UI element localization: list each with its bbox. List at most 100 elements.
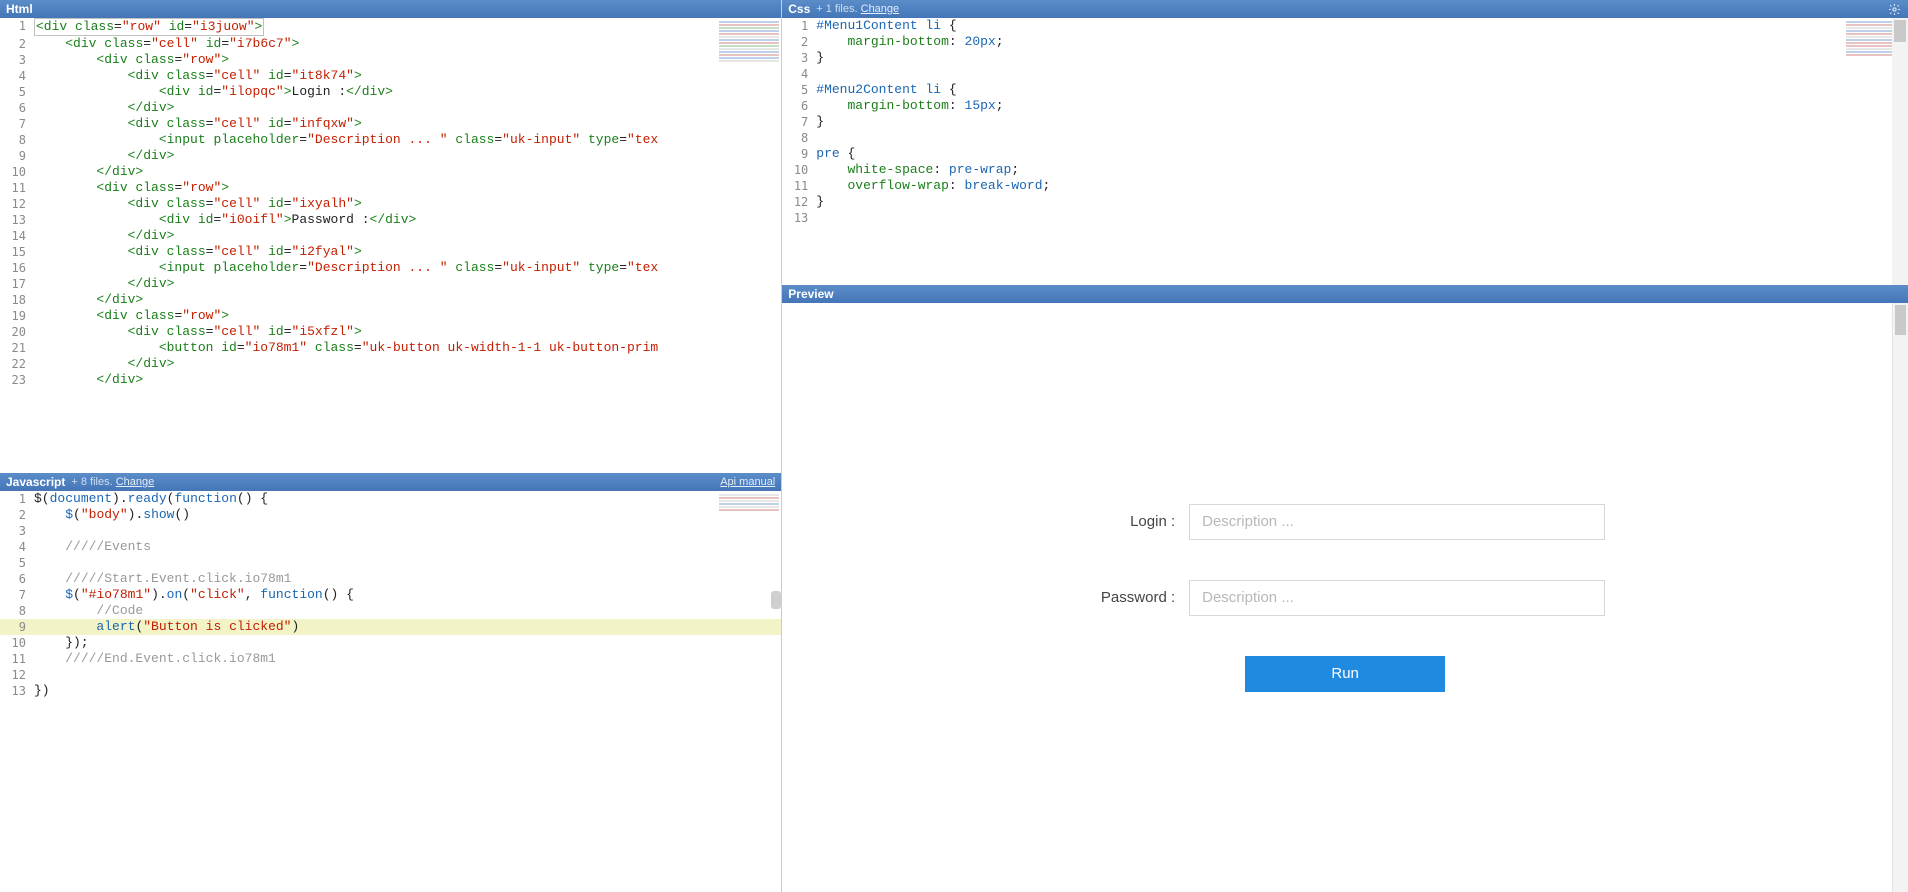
code-line[interactable]: 2 $("body").show() (0, 507, 781, 523)
line-number: 6 (0, 100, 34, 116)
code-line[interactable]: 17 </div> (0, 276, 781, 292)
preview-panel-header: Preview (782, 285, 1908, 303)
code-line[interactable]: 21 <button id="io78m1" class="uk-button … (0, 340, 781, 356)
code-line[interactable]: 9 alert("Button is clicked") (0, 619, 781, 635)
line-number: 7 (0, 116, 34, 132)
code-line[interactable]: 9pre { (782, 146, 1908, 162)
code-line[interactable]: 4 /////Events (0, 539, 781, 555)
code-line[interactable]: 1<div class="row" id="i3juow"> (0, 18, 781, 36)
code-line[interactable]: 8 (782, 130, 1908, 146)
line-number: 12 (0, 667, 34, 683)
line-number: 16 (0, 260, 34, 276)
api-manual-link[interactable]: Api manual (720, 476, 775, 488)
code-line[interactable]: 20 <div class="cell" id="i5xfzl"> (0, 324, 781, 340)
line-number: 17 (0, 276, 34, 292)
password-label: Password : (1085, 589, 1175, 606)
preview-area: Login : Password : Run (782, 303, 1908, 892)
css-panel-title: Css (788, 2, 810, 16)
code-line[interactable]: 6 margin-bottom: 15px; (782, 98, 1908, 114)
js-panel-header: Javascript + 8 files. Change Api manual (0, 473, 781, 491)
code-line[interactable]: 7} (782, 114, 1908, 130)
settings-gear-icon[interactable] (1888, 2, 1902, 16)
code-line[interactable]: 14 </div> (0, 228, 781, 244)
code-line[interactable]: 15 <div class="cell" id="i2fyal"> (0, 244, 781, 260)
code-line[interactable]: 23 </div> (0, 372, 781, 388)
js-panel-title: Javascript (6, 475, 65, 489)
line-number: 13 (0, 212, 34, 228)
line-number: 3 (0, 52, 34, 68)
line-number: 3 (782, 50, 816, 66)
line-number: 3 (0, 523, 34, 539)
code-line[interactable]: 1$(document).ready(function() { (0, 491, 781, 507)
code-line[interactable]: 13 (782, 210, 1908, 226)
line-number: 5 (782, 82, 816, 98)
css-files-note: + 1 files. (816, 3, 857, 15)
code-line[interactable]: 7 <div class="cell" id="infqxw"> (0, 116, 781, 132)
line-number: 12 (782, 194, 816, 210)
code-line[interactable]: 11 overflow-wrap: break-word; (782, 178, 1908, 194)
code-line[interactable]: 2 <div class="cell" id="i7b6c7"> (0, 36, 781, 52)
js-scroll-thumb[interactable] (771, 591, 781, 609)
code-line[interactable]: 7 $("#io78m1").on("click", function() { (0, 587, 781, 603)
js-editor[interactable]: 1$(document).ready(function() {2 $("body… (0, 491, 781, 892)
line-number: 5 (0, 555, 34, 571)
code-line[interactable]: 12 <div class="cell" id="ixyalh"> (0, 196, 781, 212)
code-line[interactable]: 13}) (0, 683, 781, 699)
code-line[interactable]: 5#Menu2Content li { (782, 82, 1908, 98)
code-line[interactable]: 12} (782, 194, 1908, 210)
code-line[interactable]: 10 </div> (0, 164, 781, 180)
code-line[interactable]: 16 <input placeholder="Description ... "… (0, 260, 781, 276)
line-number: 19 (0, 308, 34, 324)
css-panel-header: Css + 1 files. Change (782, 0, 1908, 18)
code-line[interactable]: 22 </div> (0, 356, 781, 372)
line-number: 11 (0, 180, 34, 196)
code-line[interactable]: 3} (782, 50, 1908, 66)
code-line[interactable]: 5 <div id="ilopqc">Login :</div> (0, 84, 781, 100)
line-number: 4 (0, 539, 34, 555)
js-files-note: + 8 files. (71, 476, 112, 488)
js-change-link[interactable]: Change (116, 476, 155, 488)
code-line[interactable]: 5 (0, 555, 781, 571)
css-editor[interactable]: 1#Menu1Content li {2 margin-bottom: 20px… (782, 18, 1908, 285)
code-line[interactable]: 3 (0, 523, 781, 539)
code-line[interactable]: 6 </div> (0, 100, 781, 116)
html-editor[interactable]: 1<div class="row" id="i3juow">2 <div cla… (0, 18, 781, 473)
line-number: 13 (0, 683, 34, 699)
line-number: 14 (0, 228, 34, 244)
line-number: 9 (782, 146, 816, 162)
code-line[interactable]: 8 <input placeholder="Description ... " … (0, 132, 781, 148)
code-line[interactable]: 2 margin-bottom: 20px; (782, 34, 1908, 50)
code-line[interactable]: 9 </div> (0, 148, 781, 164)
line-number: 12 (0, 196, 34, 212)
line-number: 2 (0, 507, 34, 523)
code-line[interactable]: 4 <div class="cell" id="it8k74"> (0, 68, 781, 84)
line-number: 23 (0, 372, 34, 388)
login-input[interactable] (1189, 504, 1605, 540)
code-line[interactable]: 19 <div class="row"> (0, 308, 781, 324)
login-label: Login : (1085, 513, 1175, 530)
css-scrollbar[interactable] (1892, 18, 1908, 285)
run-button[interactable]: Run (1245, 656, 1445, 692)
code-line[interactable]: 11 <div class="row"> (0, 180, 781, 196)
line-number: 1 (0, 18, 34, 34)
code-line[interactable]: 3 <div class="row"> (0, 52, 781, 68)
password-input[interactable] (1189, 580, 1605, 616)
line-number: 11 (0, 651, 34, 667)
line-number: 13 (782, 210, 816, 226)
code-line[interactable]: 10 }); (0, 635, 781, 651)
code-line[interactable]: 10 white-space: pre-wrap; (782, 162, 1908, 178)
css-change-link[interactable]: Change (861, 3, 900, 15)
line-number: 1 (0, 491, 34, 507)
code-line[interactable]: 1#Menu1Content li { (782, 18, 1908, 34)
code-line[interactable]: 6 /////Start.Event.click.io78m1 (0, 571, 781, 587)
code-line[interactable]: 18 </div> (0, 292, 781, 308)
code-line[interactable]: 11 /////End.Event.click.io78m1 (0, 651, 781, 667)
code-line[interactable]: 13 <div id="i0oifl">Password :</div> (0, 212, 781, 228)
line-number: 22 (0, 356, 34, 372)
code-line[interactable]: 4 (782, 66, 1908, 82)
code-line[interactable]: 8 //Code (0, 603, 781, 619)
line-number: 2 (0, 36, 34, 52)
preview-scrollbar[interactable] (1892, 303, 1908, 892)
preview-panel-title: Preview (788, 287, 833, 301)
code-line[interactable]: 12 (0, 667, 781, 683)
